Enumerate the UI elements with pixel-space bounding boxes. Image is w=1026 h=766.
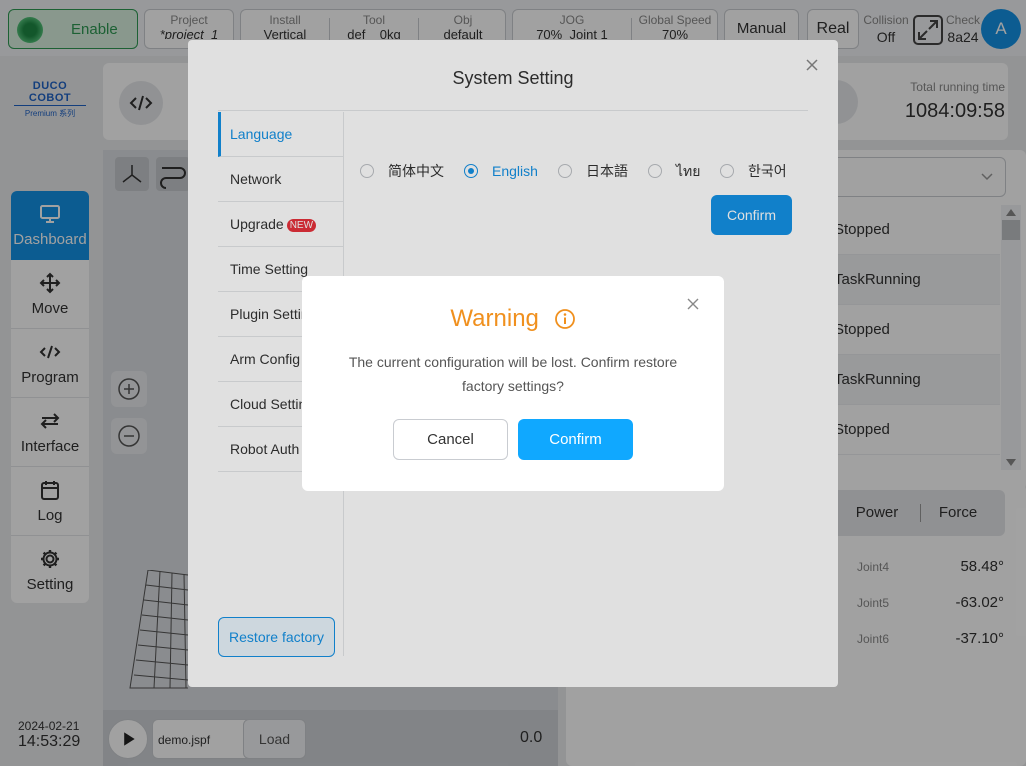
warning-message: The current configuration will be lost. … — [348, 354, 678, 394]
confirm-button[interactable]: Confirm — [518, 419, 633, 460]
info-circle-icon — [554, 308, 575, 329]
cancel-button[interactable]: Cancel — [393, 419, 508, 460]
warning-dialog: Warning The current configuration will b… — [302, 276, 724, 491]
warning-title-text: Warning — [450, 304, 539, 332]
warning-title: Warning — [302, 304, 724, 333]
